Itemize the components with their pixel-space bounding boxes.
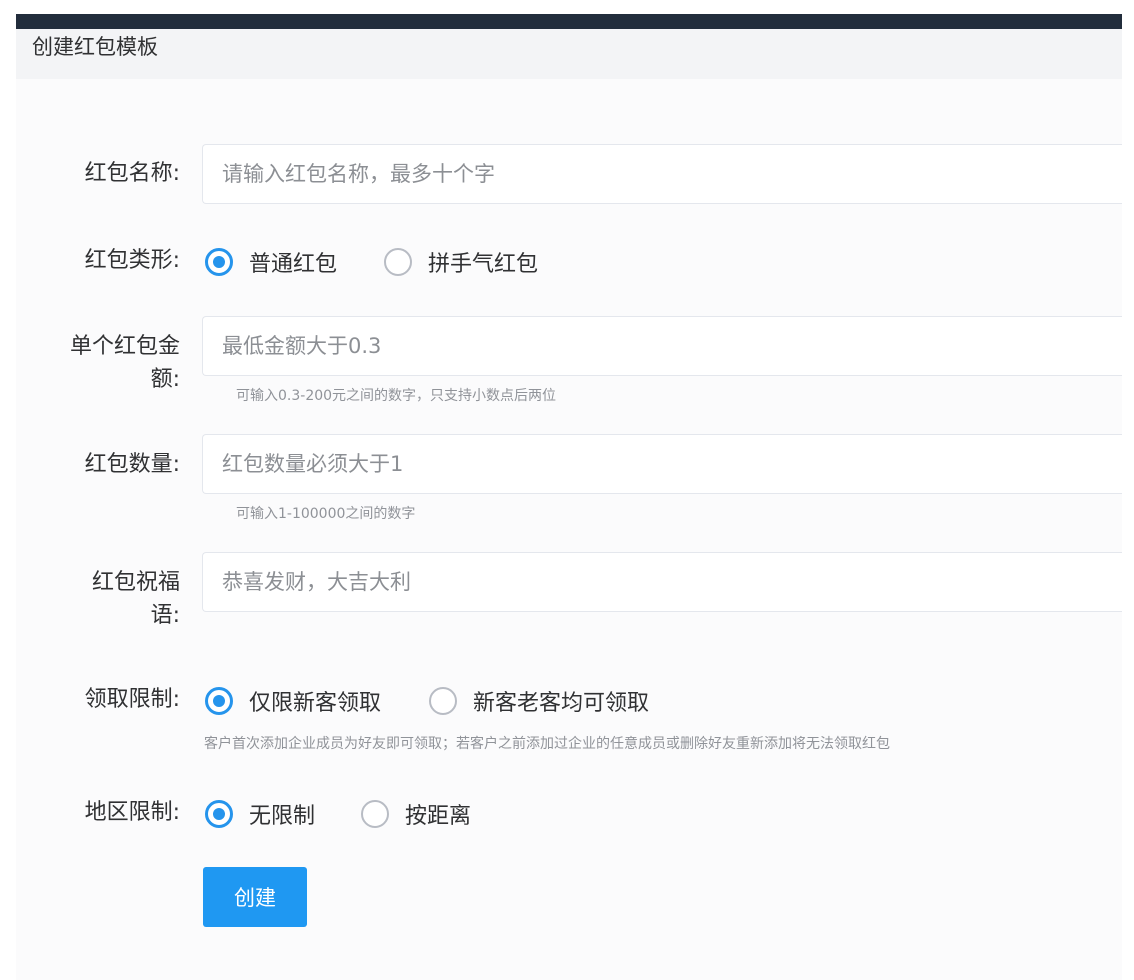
name-label: 红包名称: xyxy=(84,161,180,186)
create-button[interactable]: 创建 xyxy=(203,867,307,927)
radio-by-distance[interactable]: 按距离 xyxy=(361,798,471,830)
amount-hint: 可输入0.3-200元之间的数字，只支持小数点后两位 xyxy=(236,388,557,404)
radio-label: 无限制 xyxy=(249,804,316,829)
radio-checked-icon xyxy=(205,248,233,276)
name-field-wrapper xyxy=(202,144,1122,204)
radio-label: 拼手气红包 xyxy=(428,252,539,277)
count-hint: 可输入1-100000之间的数字 xyxy=(236,506,416,522)
radio-lucky-red-packet[interactable]: 拼手气红包 xyxy=(384,246,538,278)
amount-input[interactable] xyxy=(203,317,1122,375)
radio-unchecked-icon xyxy=(361,800,389,828)
radio-unchecked-icon xyxy=(429,687,457,715)
radio-label: 普通红包 xyxy=(249,252,338,277)
radio-unchecked-icon xyxy=(384,248,412,276)
region-limit-label: 地区限制: xyxy=(84,800,180,825)
type-label: 红包类形: xyxy=(84,248,180,273)
amount-label-line1: 单个红包金 xyxy=(69,334,180,359)
radio-no-region-limit[interactable]: 无限制 xyxy=(205,798,315,830)
greeting-field-wrapper xyxy=(202,552,1122,612)
radio-checked-icon xyxy=(205,800,233,828)
page-title: 创建红包模板 xyxy=(32,35,158,59)
panel-header: 创建红包模板 xyxy=(16,29,1122,79)
top-navigation-bar xyxy=(16,14,1122,29)
greeting-label-line2: 语: xyxy=(150,603,180,628)
radio-new-customer-only[interactable]: 仅限新客领取 xyxy=(205,685,381,717)
count-input[interactable] xyxy=(203,435,1122,493)
count-field-wrapper xyxy=(202,434,1122,494)
amount-label-line2: 额: xyxy=(150,367,180,392)
amount-field-wrapper xyxy=(202,316,1122,376)
greeting-input[interactable] xyxy=(203,553,1122,611)
claim-limit-hint: 客户首次添加企业成员为好友即可领取；若客户之前添加过企业的任意成员或删除好友重新… xyxy=(204,736,890,752)
name-input[interactable] xyxy=(203,145,1122,203)
count-label: 红包数量: xyxy=(84,452,180,477)
radio-checked-icon xyxy=(205,687,233,715)
radio-label: 仅限新客领取 xyxy=(249,691,382,716)
claim-limit-label: 领取限制: xyxy=(84,687,180,712)
radio-all-customers[interactable]: 新客老客均可领取 xyxy=(429,685,649,717)
radio-label: 新客老客均可领取 xyxy=(473,691,650,716)
greeting-label-line1: 红包祝福 xyxy=(91,570,180,595)
radio-normal-red-packet[interactable]: 普通红包 xyxy=(205,246,337,278)
radio-label: 按距离 xyxy=(405,804,472,829)
